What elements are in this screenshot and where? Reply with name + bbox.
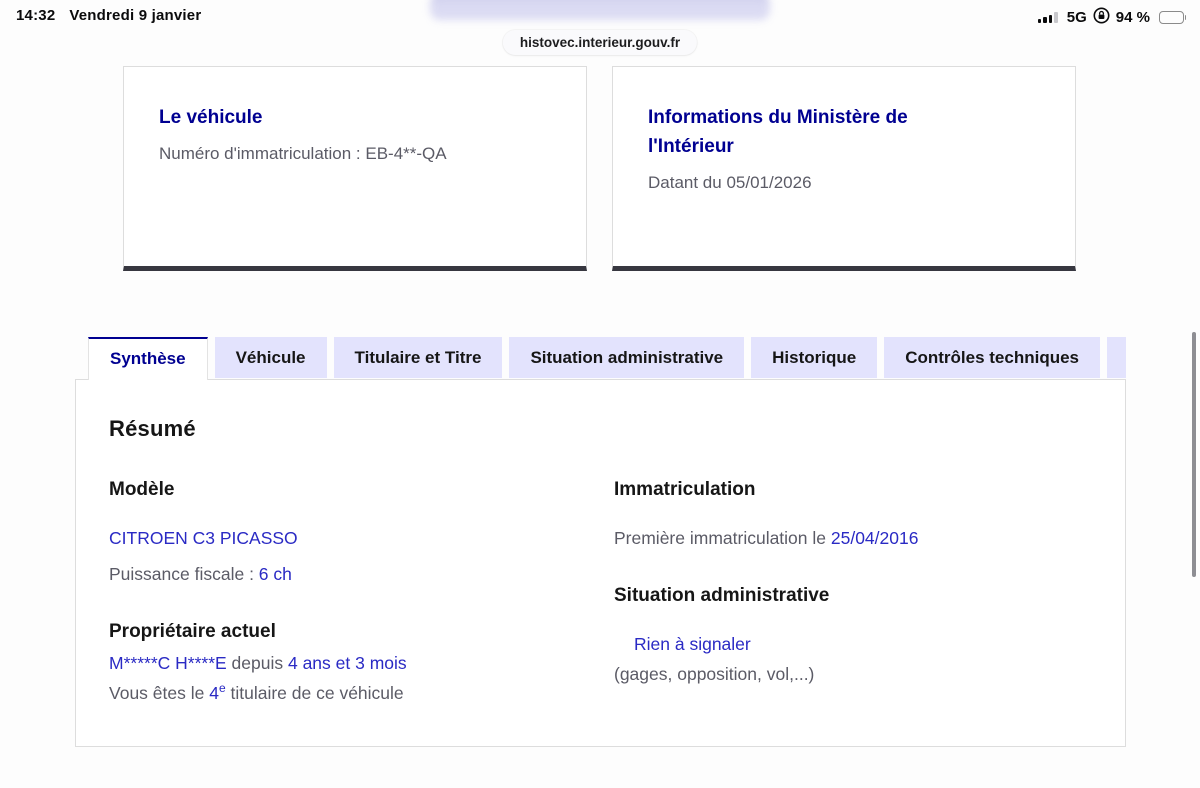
cellular-signal-icon (1037, 12, 1058, 23)
holder-rank-line: Vous êtes le 4e titulaire de ce véhicule (109, 680, 614, 706)
network-type-label: 5G (1066, 9, 1087, 26)
vehicle-card: Le véhicule Numéro d'immatriculation : E… (123, 66, 587, 271)
owner-name: M*****C H****E (109, 653, 227, 673)
report-date-line: Datant du 05/01/2026 (648, 173, 812, 192)
first-registration-line: Première immatriculation le 25/04/2016 (614, 525, 1094, 551)
summary-left-column: Modèle CITROEN C3 PICASSO Puissance fisc… (109, 479, 614, 706)
vehicle-card-title: Le véhicule (159, 107, 263, 128)
summary-heading: Résumé (109, 416, 196, 441)
tab-kilometrage[interactable]: Kilométrage (1107, 337, 1126, 378)
battery-percent-label: 94 % (1115, 9, 1150, 26)
tab-historique[interactable]: Historique (751, 337, 878, 378)
synthese-panel: Résumé Modèle CITROEN C3 PICASSO Puissan… (75, 379, 1126, 747)
first-registration-date: 25/04/2016 (830, 528, 919, 548)
tab-synthese[interactable]: Synthèse (88, 337, 208, 380)
owner-heading: Propriétaire actuel (109, 621, 276, 642)
fiscal-power-line: Puissance fiscale : 6 ch (109, 561, 614, 587)
ministry-info-card: Informations du Ministère de l'Intérieur… (612, 66, 1076, 271)
holder-suffix: titulaire de ce véhicule (225, 683, 404, 703)
situation-status: Rien à signaler (634, 634, 751, 654)
fiscal-power-label: Puissance fiscale : (109, 564, 259, 584)
holder-number: 4e (209, 681, 226, 703)
tab-vehicule[interactable]: Véhicule (214, 337, 327, 378)
situation-note: (gages, opposition, vol,...) (614, 664, 815, 684)
situation-heading: Situation administrative (614, 585, 830, 606)
tab-bar: Synthèse Véhicule Titulaire et Titre Sit… (88, 337, 1126, 380)
first-registration-label: Première immatriculation le (614, 528, 831, 548)
fiscal-power-value: 6 ch (258, 564, 292, 584)
ministry-card-title: Informations du Ministère de l'Intérieur (648, 107, 908, 157)
summary-right-column: Immatriculation Première immatriculation… (614, 479, 1094, 706)
registration-heading: Immatriculation (614, 479, 756, 500)
clock: 14:32 (16, 7, 56, 24)
registration-number-line: Numéro d'immatriculation : EB-4**-QA (159, 144, 447, 163)
battery-icon (1159, 11, 1186, 24)
vertical-scrollbar-thumb[interactable] (1192, 332, 1196, 577)
owner-line: M*****C H****E depuis 4 ans et 3 mois (109, 650, 614, 676)
status-date: Vendredi 9 janvier (69, 7, 202, 24)
address-bar-pill[interactable]: histovec.interieur.gouv.fr (502, 30, 698, 55)
holder-prefix: Vous êtes le (109, 683, 210, 703)
owner-since-value: 4 ans et 3 mois (287, 653, 407, 673)
tab-situation-administrative[interactable]: Situation administrative (509, 337, 745, 378)
model-name: CITROEN C3 PICASSO (109, 528, 298, 548)
status-bar: 14:32 Vendredi 9 janvier 5G 94 % (0, 0, 1200, 30)
tab-controles-techniques[interactable]: Contrôles techniques (884, 337, 1101, 378)
model-heading: Modèle (109, 479, 175, 500)
orientation-lock-icon (1093, 7, 1110, 28)
tab-titulaire-et-titre[interactable]: Titulaire et Titre (333, 337, 503, 378)
owner-since-label: depuis (226, 653, 288, 673)
ipad-safari-screen: 14:32 Vendredi 9 janvier 5G 94 % histove… (0, 0, 1200, 788)
